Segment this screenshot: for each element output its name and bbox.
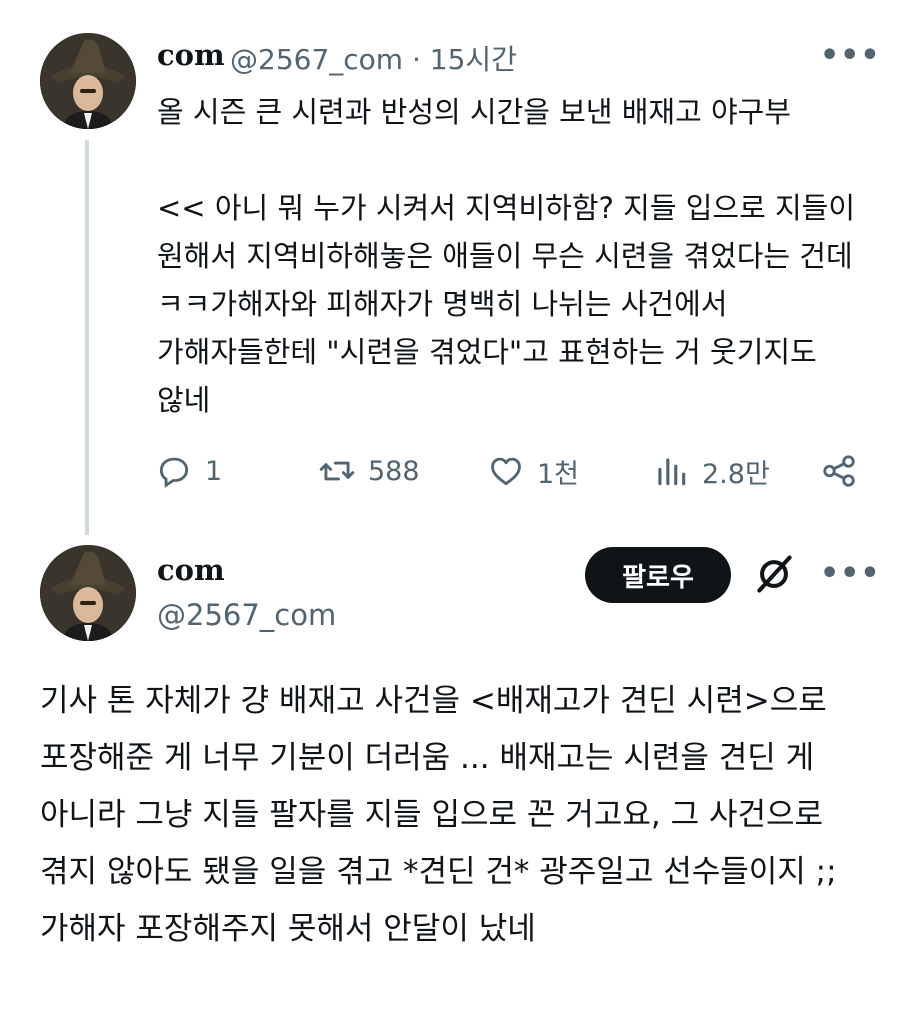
tweet-meta: @2567_com · 15시간 bbox=[230, 38, 517, 78]
avatar-image bbox=[40, 33, 136, 129]
quoted-more-dots-icon[interactable]: ••• bbox=[820, 556, 881, 591]
quoted-author-handle[interactable]: @2567_com bbox=[157, 598, 336, 632]
bar-chart-icon bbox=[658, 458, 686, 486]
avatar[interactable] bbox=[40, 33, 136, 129]
like-count: 1천 bbox=[537, 458, 580, 490]
quoted-tweet-text: 기사 톤 자체가 걍 배재고 사건을 <배재고가 견딘 시련>으로 포장해준 게… bbox=[40, 683, 847, 947]
thread-line bbox=[85, 140, 89, 535]
like-button[interactable]: 1천 bbox=[487, 446, 579, 496]
more-dots-icon[interactable]: ••• bbox=[820, 38, 881, 73]
share-button[interactable] bbox=[820, 446, 870, 496]
view-count: 2.8만 bbox=[702, 458, 770, 490]
tweet-time[interactable]: 15시간 bbox=[430, 43, 517, 76]
grok-slash-circle-icon[interactable] bbox=[752, 552, 796, 596]
quoted-avatar[interactable] bbox=[40, 545, 136, 641]
author-handle[interactable]: @2567_com bbox=[230, 43, 403, 76]
author-name[interactable]: com bbox=[157, 38, 225, 72]
retweet-button[interactable]: 588 bbox=[318, 446, 420, 496]
share-nodes-icon bbox=[823, 455, 855, 487]
heart-icon bbox=[491, 457, 521, 486]
reply-button[interactable]: 1 bbox=[155, 446, 222, 496]
retweet-count: 588 bbox=[368, 455, 420, 487]
speech-bubble-icon bbox=[159, 457, 189, 488]
views-button[interactable]: 2.8만 bbox=[652, 446, 770, 496]
follow-button[interactable]: 팔로우 bbox=[585, 547, 731, 603]
quoted-author-name[interactable]: com bbox=[157, 553, 225, 587]
quoted-avatar-image bbox=[40, 545, 136, 641]
reply-count: 1 bbox=[205, 455, 223, 487]
action-bar: 1 588 1천 2.8만 bbox=[155, 446, 865, 496]
tweet-text: 올 시즌 큰 시련과 반성의 시간을 보낸 배재고 야구부 << 아니 뭐 누가… bbox=[157, 95, 856, 417]
meta-separator: · bbox=[411, 43, 421, 76]
retweet-arrows-icon bbox=[319, 461, 355, 481]
